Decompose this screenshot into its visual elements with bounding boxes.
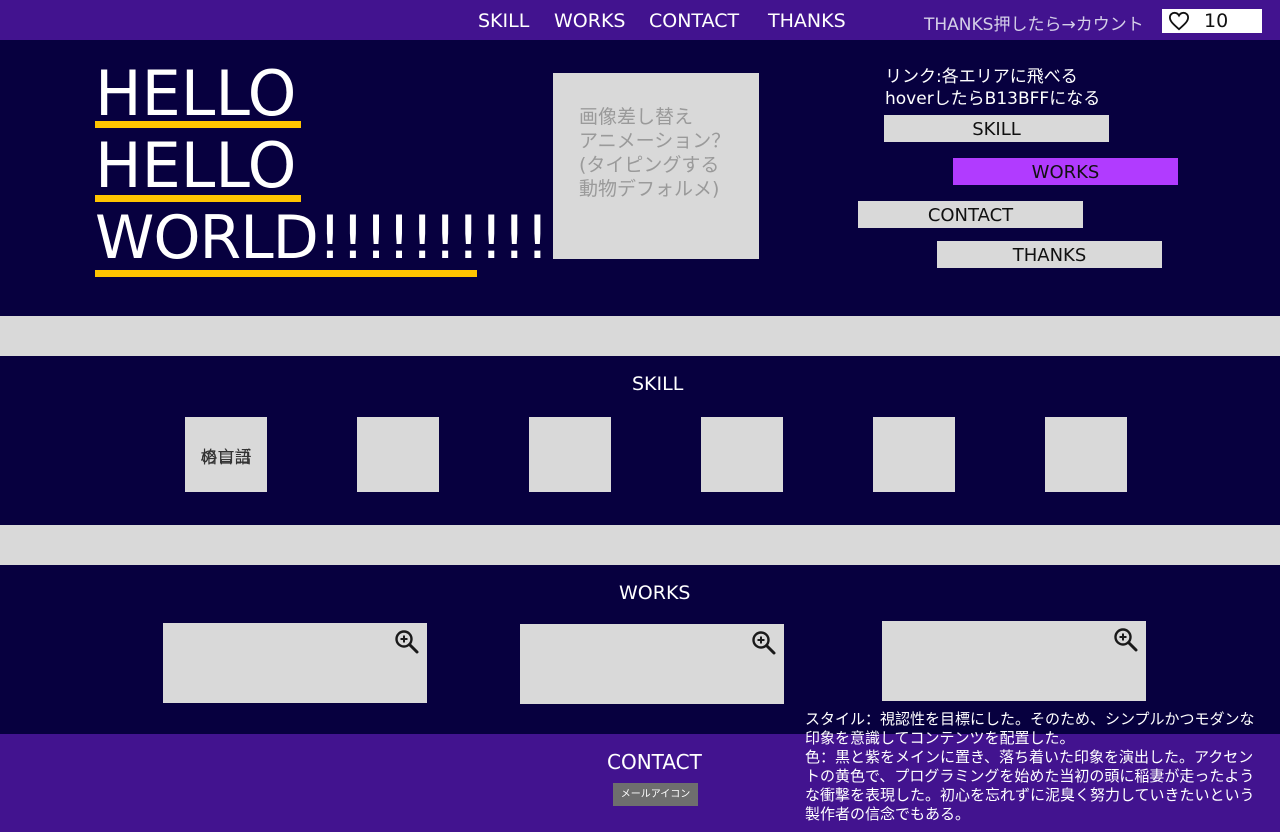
thanks-counter[interactable]: 10: [1162, 9, 1262, 33]
skill-title: SKILL: [632, 373, 684, 395]
design-description: スタイル：視認性を目標にした。そのため、シンプルかつモダンな印象を意識してコンテ…: [805, 710, 1265, 824]
skill-logo-placeholder: 格言語 のロゴ: [185, 417, 267, 492]
work-card[interactable]: [520, 624, 784, 704]
description-style: スタイル：視認性を目標にした。そのため、シンプルかつモダンな印象を意識してコンテ…: [805, 710, 1255, 747]
nav-link-thanks[interactable]: THANKS: [768, 10, 846, 32]
hero-underline-2: [95, 195, 301, 202]
hero-line-3: WORLD!!!!!!!!!!: [95, 203, 549, 273]
nav-link-works[interactable]: WORKS: [554, 10, 625, 32]
skill-logo-placeholder: [873, 417, 955, 492]
heart-icon[interactable]: [1168, 11, 1190, 31]
link-note-line-2: hoverしたらB13BFFになる: [885, 89, 1101, 109]
section-divider: [0, 316, 1280, 356]
nav-link-skill[interactable]: SKILL: [478, 10, 529, 32]
hero-line-1: HELLO: [95, 57, 297, 130]
skill-logo-text-2: のロゴ: [200, 448, 252, 468]
section-divider: [0, 525, 1280, 565]
hero-button-skill[interactable]: SKILL: [884, 115, 1109, 142]
hero-image-placeholder: 画像差し替え アニメーション？ (タイピングする 動物デフォルメ): [553, 73, 759, 259]
zoom-in-icon[interactable]: [394, 629, 420, 655]
skill-logo-placeholder: [701, 417, 783, 492]
zoom-in-icon[interactable]: [1113, 627, 1139, 653]
hero-line-2: HELLO: [95, 129, 297, 202]
skill-logo-placeholder: [1045, 417, 1127, 492]
link-note-line-1: リンク:各エリアに飛べる: [885, 67, 1078, 87]
mail-icon-button[interactable]: メールアイコン: [613, 783, 698, 806]
hero-button-thanks[interactable]: THANKS: [937, 241, 1162, 268]
hero-underline-3: [95, 270, 477, 277]
hero-underline-1: [95, 121, 301, 128]
link-note: リンク:各エリアに飛べる hoverしたらB13BFFになる: [885, 66, 1100, 110]
skill-logo-placeholder: [357, 417, 439, 492]
hero-button-works[interactable]: WORKS: [953, 158, 1178, 185]
work-card[interactable]: [163, 623, 427, 703]
thanks-count: 10: [1204, 10, 1229, 32]
works-title: WORKS: [619, 582, 691, 604]
hero-image-text-3: (タイピングする: [579, 154, 720, 176]
hero-image-text-1: 画像差し替え: [579, 106, 694, 128]
zoom-in-icon[interactable]: [751, 630, 777, 656]
hero-image-text-4: 動物デフォルメ): [579, 178, 720, 200]
hero-button-contact[interactable]: CONTACT: [858, 201, 1083, 228]
skill-logo-placeholder: [529, 417, 611, 492]
nav-link-contact[interactable]: CONTACT: [649, 10, 739, 32]
contact-title: CONTACT: [607, 750, 702, 774]
description-color: 色：黒と紫をメインに置き、落ち着いた印象を演出した。アクセントの黄色で、プログラ…: [805, 748, 1255, 823]
work-card[interactable]: [882, 621, 1146, 701]
hero-image-text-2: アニメーション？: [579, 130, 731, 152]
thanks-note: THANKS押したら→カウント: [924, 15, 1144, 35]
